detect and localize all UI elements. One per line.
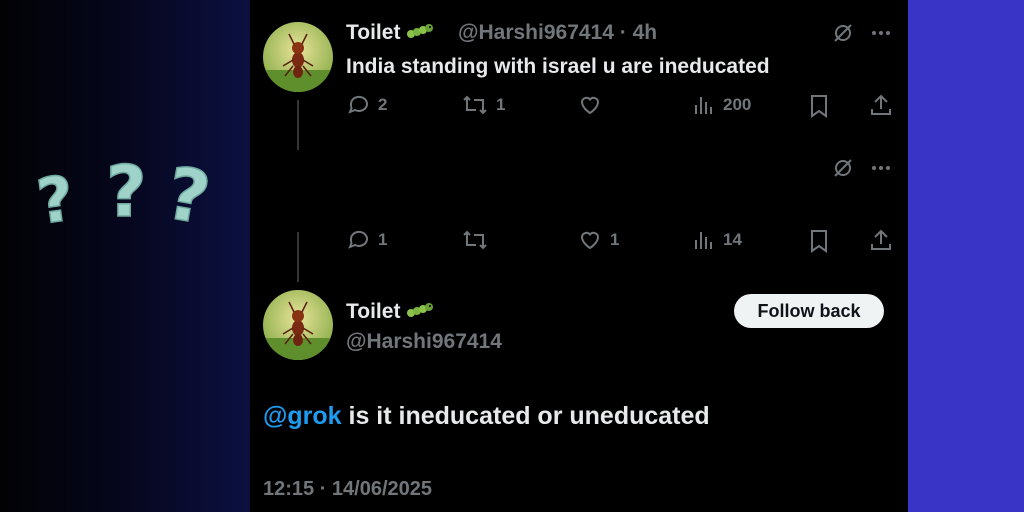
follow-back-button[interactable]: Follow back [734, 294, 884, 328]
reply-icon [348, 230, 368, 249]
tweet-thread: Toilet @Harshi967414 · 4h India standing… [250, 0, 908, 512]
views-button[interactable]: 200 [693, 93, 751, 117]
svg-text:?: ? [36, 161, 78, 238]
like-button[interactable] [578, 93, 610, 117]
ant-avatar-icon [263, 290, 333, 360]
heart-icon [580, 231, 600, 250]
tweet-handle-time[interactable]: @Harshi967414 · 4h [458, 21, 657, 45]
share-icon[interactable] [869, 228, 893, 252]
main-tweet-body: is it ineducated or uneducated [341, 402, 710, 430]
views-icon [695, 232, 712, 249]
thread-line [297, 100, 299, 150]
svg-text:?: ? [106, 151, 147, 233]
avatar[interactable] [263, 22, 333, 92]
views-button[interactable]: 14 [693, 228, 742, 252]
grok-icon[interactable] [832, 22, 854, 44]
views-icon [695, 97, 712, 114]
thread-line [297, 232, 299, 282]
decorative-right-panel [908, 0, 1024, 512]
reply-icon [348, 95, 368, 114]
question-marks-decoration: ? ? ? [36, 150, 217, 241]
avatar[interactable] [263, 290, 333, 360]
like-button[interactable]: 1 [578, 228, 619, 252]
ant-avatar-icon [263, 22, 333, 92]
reply-button[interactable]: 1 [346, 228, 387, 252]
more-options-icon[interactable] [871, 165, 891, 171]
bookmark-icon[interactable] [808, 94, 830, 118]
decorative-left-panel: ? ? ? [0, 0, 250, 512]
grok-icon[interactable] [832, 157, 854, 179]
caterpillar-emoji-icon [407, 24, 434, 38]
share-icon[interactable] [869, 93, 893, 117]
svg-text:?: ? [160, 151, 216, 241]
repost-icon [463, 95, 487, 115]
repost-icon [463, 230, 487, 250]
grok-mention-link[interactable]: @grok [263, 402, 342, 430]
repost-button[interactable]: 1 [462, 93, 505, 117]
bookmark-icon[interactable] [808, 229, 830, 253]
main-author-name[interactable]: Toilet [346, 300, 434, 324]
heart-icon [580, 96, 600, 115]
reply-button[interactable]: 2 [346, 93, 387, 117]
tweet-author-name[interactable]: Toilet [346, 21, 434, 45]
tweet-timestamp[interactable]: 12:15 · 14/06/2025 [263, 478, 432, 501]
repost-button[interactable] [462, 228, 496, 252]
caterpillar-emoji-icon [407, 303, 434, 317]
tweet-text: India standing with israel u are ineduca… [346, 55, 770, 78]
more-options-icon[interactable] [871, 30, 891, 36]
main-tweet-text: @grok is it ineducated or uneducated [263, 402, 710, 431]
main-author-handle[interactable]: @Harshi967414 [346, 330, 502, 354]
